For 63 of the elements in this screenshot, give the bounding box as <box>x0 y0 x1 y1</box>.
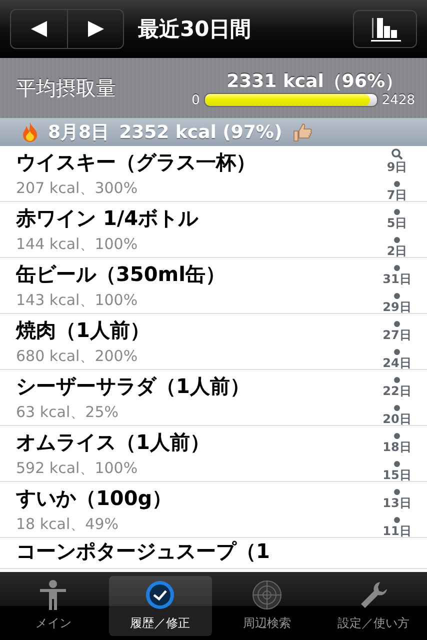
food-name: 焼肉（1人前） <box>16 317 150 344</box>
index-dot <box>394 489 400 495</box>
index-dot <box>394 433 400 439</box>
flame-icon <box>22 122 38 142</box>
tab-button[interactable]: 履歴／修正 <box>108 576 212 636</box>
food-detail: 680 kcal、200% <box>16 347 138 366</box>
tab-button[interactable]: メイン <box>2 576 105 636</box>
tab-button[interactable]: 設定／使い方 <box>322 576 425 636</box>
food-name: シーザーサラダ（1人前） <box>16 373 250 400</box>
index-dot <box>394 461 400 467</box>
nav-title: 最近30日間 <box>138 16 252 43</box>
food-name: すいか（100g） <box>16 485 172 512</box>
food-detail: 144 kcal、100% <box>16 235 138 254</box>
index-label[interactable]: 7日 <box>386 188 408 202</box>
chart-button[interactable] <box>353 10 417 48</box>
bar-chart-icon <box>368 16 402 42</box>
index-label[interactable]: 2日 <box>386 244 408 258</box>
tab-button[interactable]: 周辺検索 <box>216 576 318 636</box>
index-dot <box>394 209 400 215</box>
right-triangle-icon <box>86 19 106 39</box>
index-label[interactable]: 31日 <box>382 272 412 286</box>
index-label[interactable]: 22日 <box>382 384 412 398</box>
index-dot <box>394 181 400 187</box>
food-detail: 63 kcal、25% <box>16 403 118 422</box>
index-label[interactable]: 24日 <box>382 356 412 370</box>
food-detail: 143 kcal、100% <box>16 291 138 310</box>
day-total: 2352 kcal (97%) <box>119 122 282 142</box>
index-label[interactable]: 27日 <box>382 328 412 342</box>
index-dot <box>394 237 400 243</box>
index-dot <box>394 321 400 327</box>
index-label[interactable]: 20日 <box>382 412 412 426</box>
index-label[interactable]: 15日 <box>382 468 412 482</box>
average-intake-value: 2331 kcal（96%） <box>226 70 403 92</box>
index-label[interactable]: 18日 <box>382 440 412 454</box>
food-name: オムライス（1人前） <box>16 429 210 456</box>
thumbs-up-icon <box>292 122 312 142</box>
index-dot <box>394 265 400 271</box>
index-dot <box>394 293 400 299</box>
clock-icon <box>144 579 176 611</box>
left-triangle-icon <box>29 19 49 39</box>
index-dot <box>394 405 400 411</box>
index-label[interactable]: 29日 <box>382 300 412 314</box>
food-name: 缶ビール（350ml缶） <box>16 261 226 288</box>
scale-min: 0 <box>192 92 200 108</box>
radar-icon <box>250 579 283 611</box>
food-row[interactable]: コーンポタージュスープ（1 <box>0 538 427 569</box>
day-date: 8月8日 <box>48 121 110 144</box>
food-detail: 207 kcal、300% <box>16 179 138 198</box>
food-name: ウイスキー（グラス一杯） <box>16 149 256 176</box>
index-label[interactable]: 5日 <box>386 216 408 230</box>
index-dot <box>394 517 400 523</box>
index-label[interactable]: 11日 <box>382 524 412 538</box>
search-icon[interactable] <box>391 148 403 160</box>
index-label[interactable]: 13日 <box>382 496 412 510</box>
index-dot <box>394 377 400 383</box>
food-name: コーンポタージュスープ（1 <box>16 538 270 565</box>
index-dot <box>394 349 400 355</box>
food-name: 赤ワイン 1/4ボトル <box>16 205 198 232</box>
index-label[interactable]: 9日 <box>386 160 408 174</box>
food-detail: 592 kcal、100% <box>16 459 138 478</box>
food-detail: 18 kcal、49% <box>16 515 118 534</box>
scale-max: 2428 <box>382 92 415 108</box>
average-intake-label: 平均摂取量 <box>16 74 117 102</box>
